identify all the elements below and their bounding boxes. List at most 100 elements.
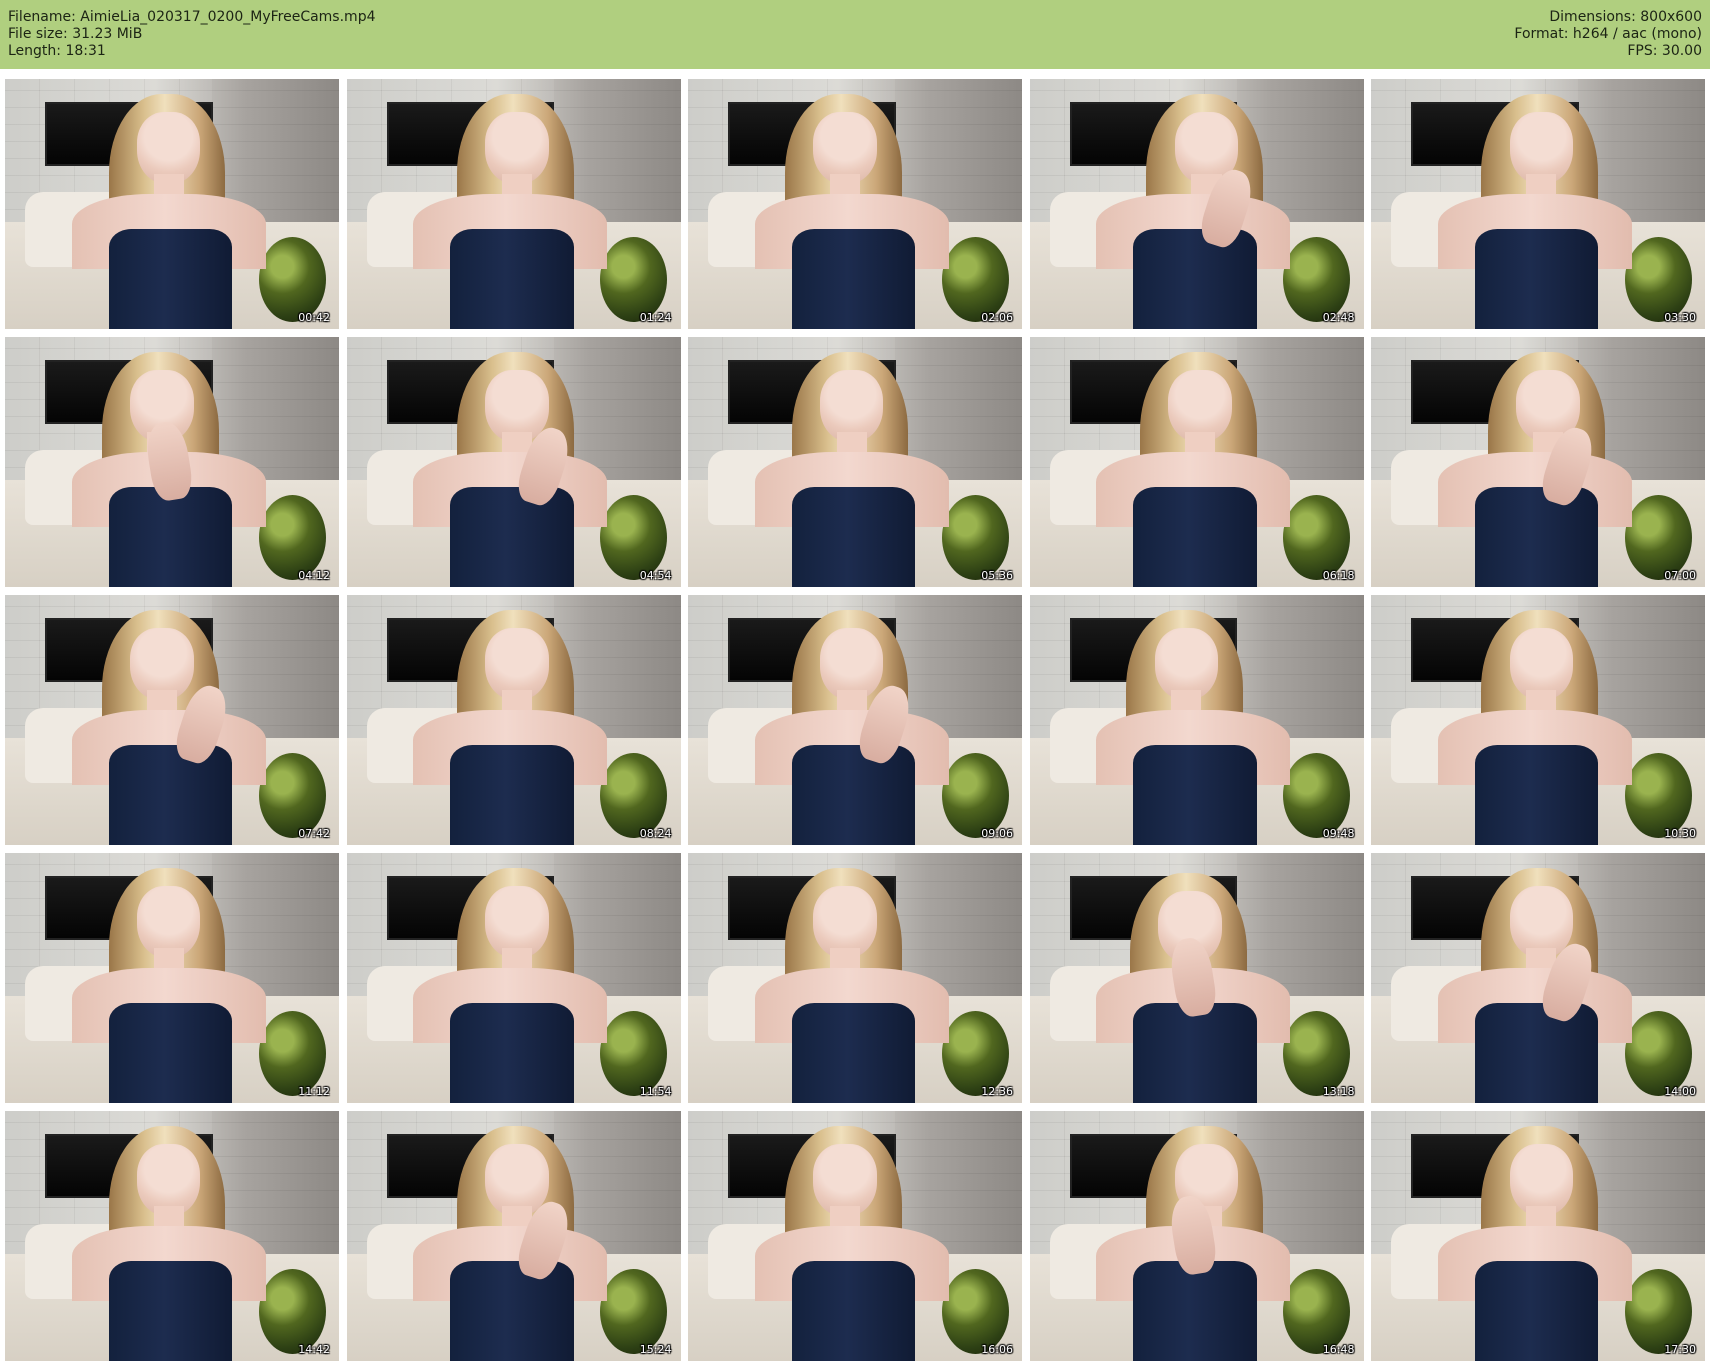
timestamp: 16:48	[1322, 1343, 1355, 1356]
video-thumbnail: 11:54	[346, 853, 681, 1103]
video-thumbnail: 02:48	[1029, 79, 1364, 329]
thumbnail-image	[688, 79, 1022, 329]
thumbnail-plant	[941, 236, 1009, 322]
video-thumbnail: 09:06	[688, 595, 1022, 845]
thumbnail-plant	[258, 1010, 326, 1096]
thumbnail-top	[791, 745, 916, 845]
thumbnail-top	[1133, 229, 1257, 329]
timestamp: 11:54	[639, 1085, 672, 1098]
video-thumbnail: 17:30	[1371, 1111, 1705, 1361]
thumbnail-image	[1371, 853, 1705, 1103]
video-thumbnail: 09:48	[1029, 595, 1364, 845]
video-thumbnail: 04:12	[5, 337, 339, 587]
thumbnail-top	[450, 745, 574, 845]
thumbnail-plant	[258, 236, 326, 322]
thumbnail-top	[1133, 745, 1257, 845]
video-thumbnail: 14:42	[5, 1111, 339, 1361]
thumbnail-plant	[258, 752, 326, 838]
thumbnail-top	[108, 229, 233, 329]
timestamp: 17:30	[1664, 1343, 1696, 1356]
thumbnail-plant	[1283, 494, 1351, 580]
thumbnail-grid: 00:42 01:24 02:06 02:48 03:30 04:12 04:54 05:36…	[5, 79, 1705, 1365]
timestamp: 10:30	[1664, 827, 1696, 840]
thumbnail-plant	[941, 494, 1009, 580]
thumbnail-plant	[600, 752, 668, 838]
thumbnail-image	[688, 337, 1022, 587]
thumbnail-image	[688, 595, 1022, 845]
file-size-label: File size: 31.23 MiB	[8, 26, 143, 42]
thumbnail-plant	[941, 752, 1009, 838]
video-thumbnail: 07:42	[5, 595, 339, 845]
timestamp: 12:36	[981, 1085, 1013, 1098]
thumbnail-image	[346, 79, 681, 329]
metadata-header: Filename: AimieLia_020317_0200_MyFreeCam…	[0, 0, 1710, 69]
video-metadata: Dimensions: 800x600 Format: h264 / aac (…	[1514, 9, 1702, 60]
thumbnail-plant	[1283, 1010, 1351, 1096]
format-label: Format: h264 / aac (mono)	[1514, 26, 1702, 42]
thumbnail-top	[791, 1261, 916, 1361]
thumbnail-image	[5, 1111, 339, 1361]
timestamp: 02:48	[1322, 311, 1355, 324]
thumbnail-image	[346, 853, 681, 1103]
video-thumbnail: 16:48	[1029, 1111, 1364, 1361]
thumbnail-plant	[258, 1268, 326, 1354]
thumbnail-top	[791, 1003, 916, 1103]
thumbnail-plant	[1624, 236, 1692, 322]
timestamp: 07:42	[298, 827, 330, 840]
thumbnail-plant	[1624, 1268, 1692, 1354]
thumbnail-top	[1133, 487, 1257, 587]
thumbnail-plant	[600, 236, 668, 322]
thumbnail-plant	[1283, 1268, 1351, 1354]
timestamp: 02:06	[981, 311, 1013, 324]
video-thumbnail: 16:06	[688, 1111, 1022, 1361]
file-metadata: Filename: AimieLia_020317_0200_MyFreeCam…	[8, 9, 376, 60]
thumbnail-image	[1371, 79, 1705, 329]
timestamp: 03:30	[1664, 311, 1696, 324]
timestamp: 01:24	[639, 311, 672, 324]
timestamp: 13:18	[1322, 1085, 1355, 1098]
thumbnail-top	[791, 229, 916, 329]
thumbnail-image	[688, 1111, 1022, 1361]
thumbnail-top	[791, 487, 916, 587]
thumbnail-image	[346, 595, 681, 845]
timestamp: 08:24	[639, 827, 672, 840]
dimensions-label: Dimensions: 800x600	[1549, 9, 1702, 25]
video-thumbnail: 02:06	[688, 79, 1022, 329]
thumbnail-plant	[941, 1268, 1009, 1354]
thumbnail-image	[1371, 337, 1705, 587]
thumbnail-image	[688, 853, 1022, 1103]
thumbnail-image	[5, 853, 339, 1103]
thumbnail-image	[5, 595, 339, 845]
thumbnail-top	[108, 487, 233, 587]
thumbnail-top	[108, 1261, 233, 1361]
video-thumbnail: 15:24	[346, 1111, 681, 1361]
thumbnail-plant	[258, 494, 326, 580]
thumbnail-plant	[1624, 494, 1692, 580]
timestamp: 15:24	[639, 1343, 672, 1356]
video-thumbnail: 07:00	[1371, 337, 1705, 587]
thumbnail-top	[1474, 1261, 1599, 1361]
thumbnail-image	[346, 337, 681, 587]
video-thumbnail: 06:18	[1029, 337, 1364, 587]
video-thumbnail: 05:36	[688, 337, 1022, 587]
length-label: Length: 18:31	[8, 43, 106, 59]
thumbnail-top	[1133, 1003, 1257, 1103]
thumbnail-top	[108, 745, 233, 845]
video-thumbnail: 01:24	[346, 79, 681, 329]
timestamp: 11:12	[298, 1085, 330, 1098]
thumbnail-top	[450, 1261, 574, 1361]
timestamp: 00:42	[298, 311, 330, 324]
video-thumbnail: 08:24	[346, 595, 681, 845]
thumbnail-image	[1029, 853, 1364, 1103]
video-thumbnail: 11:12	[5, 853, 339, 1103]
thumbnail-plant	[941, 1010, 1009, 1096]
video-thumbnail: 03:30	[1371, 79, 1705, 329]
thumbnail-top	[450, 487, 574, 587]
timestamp: 07:00	[1664, 569, 1696, 582]
thumbnail-plant	[1624, 752, 1692, 838]
timestamp: 16:06	[981, 1343, 1013, 1356]
timestamp: 14:00	[1664, 1085, 1696, 1098]
thumbnail-image	[1371, 595, 1705, 845]
video-thumbnail: 00:42	[5, 79, 339, 329]
timestamp: 09:48	[1322, 827, 1355, 840]
